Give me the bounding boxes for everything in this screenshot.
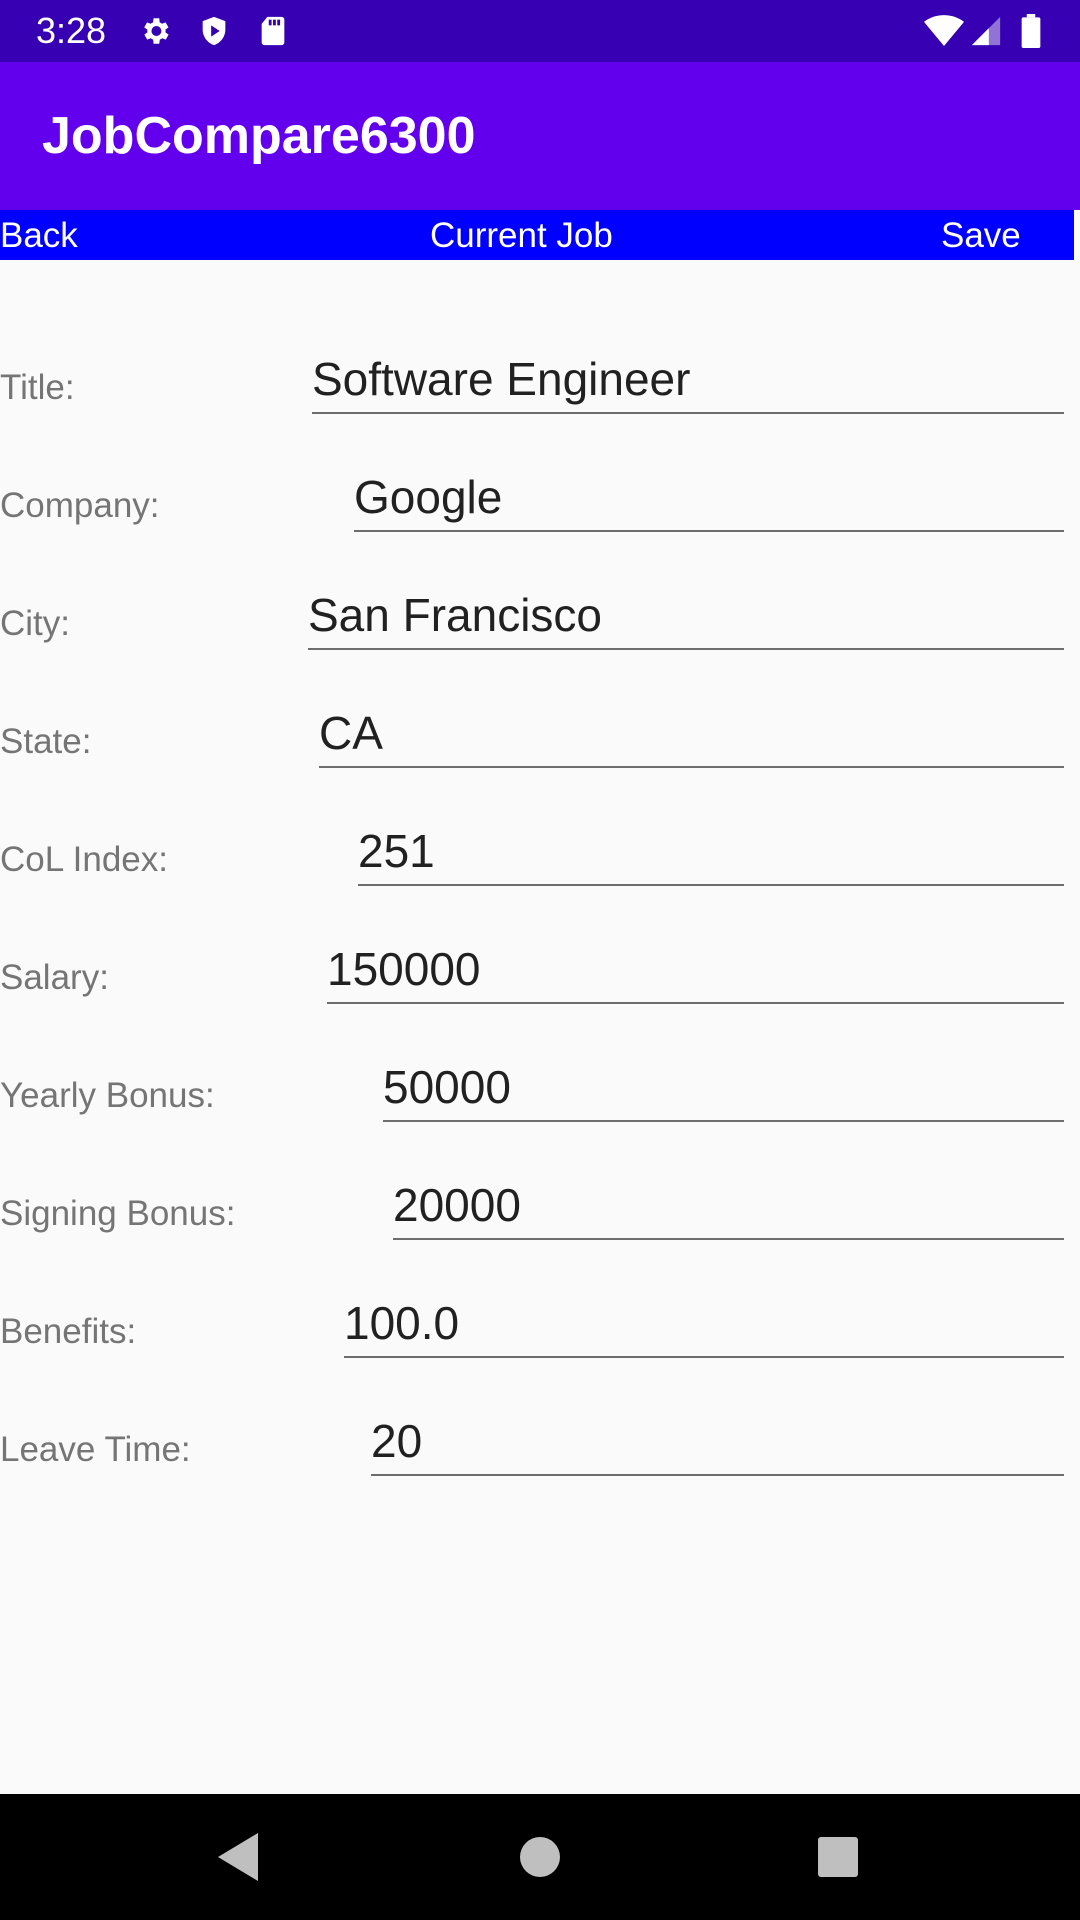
system-nav-bar — [0, 1794, 1080, 1920]
signal-icon — [969, 14, 1003, 48]
signing-bonus-label: Signing Bonus: — [0, 1194, 236, 1233]
back-triangle-icon[interactable] — [210, 1827, 270, 1887]
title-input[interactable] — [312, 346, 1064, 414]
leave-time-label: Leave Time: — [0, 1430, 191, 1469]
benefits-input[interactable] — [344, 1290, 1064, 1358]
benefits-label: Benefits: — [0, 1312, 137, 1351]
leave-time-input[interactable] — [371, 1408, 1064, 1476]
col-index-row: CoL Index: — [0, 800, 1080, 918]
yearly-bonus-label: Yearly Bonus: — [0, 1076, 215, 1115]
yearly-bonus-input[interactable] — [383, 1054, 1064, 1122]
save-button[interactable]: Save — [941, 217, 1021, 255]
battery-icon — [1020, 14, 1042, 48]
sd-card-icon — [256, 14, 290, 48]
shield-play-icon — [197, 14, 231, 48]
city-input[interactable] — [308, 582, 1064, 650]
signing-bonus-row: Signing Bonus: — [0, 1154, 1080, 1272]
back-button[interactable]: Back — [0, 217, 78, 255]
screen-nav-bar: Back Current Job Save — [0, 210, 1074, 260]
wifi-icon — [924, 14, 964, 48]
city-row: City: — [0, 564, 1080, 682]
salary-input[interactable] — [327, 936, 1064, 1004]
state-row: State: — [0, 682, 1080, 800]
status-bar: 3:28 — [0, 0, 1080, 62]
company-input[interactable] — [354, 464, 1064, 532]
gear-icon — [138, 14, 172, 48]
title-label: Title: — [0, 368, 75, 407]
app-title: JobCompare6300 — [42, 107, 476, 165]
city-label: City: — [0, 604, 70, 643]
col-index-label: CoL Index: — [0, 840, 168, 879]
company-row: Company: — [0, 446, 1080, 564]
title-row: Title: — [0, 328, 1080, 446]
status-time: 3:28 — [36, 10, 107, 51]
state-input[interactable] — [319, 700, 1064, 768]
screen-title: Current Job — [430, 216, 613, 255]
signing-bonus-input[interactable] — [393, 1172, 1064, 1240]
company-label: Company: — [0, 486, 160, 525]
salary-row: Salary: — [0, 918, 1080, 1036]
app-bar: JobCompare6300 — [0, 62, 1080, 210]
leave-time-row: Leave Time: — [0, 1390, 1080, 1508]
yearly-bonus-row: Yearly Bonus: — [0, 1036, 1080, 1154]
state-label: State: — [0, 722, 92, 761]
benefits-row: Benefits: — [0, 1272, 1080, 1390]
salary-label: Salary: — [0, 958, 109, 997]
home-circle-icon[interactable] — [510, 1827, 570, 1887]
col-index-input[interactable] — [358, 818, 1064, 886]
recents-square-icon[interactable] — [808, 1827, 868, 1887]
